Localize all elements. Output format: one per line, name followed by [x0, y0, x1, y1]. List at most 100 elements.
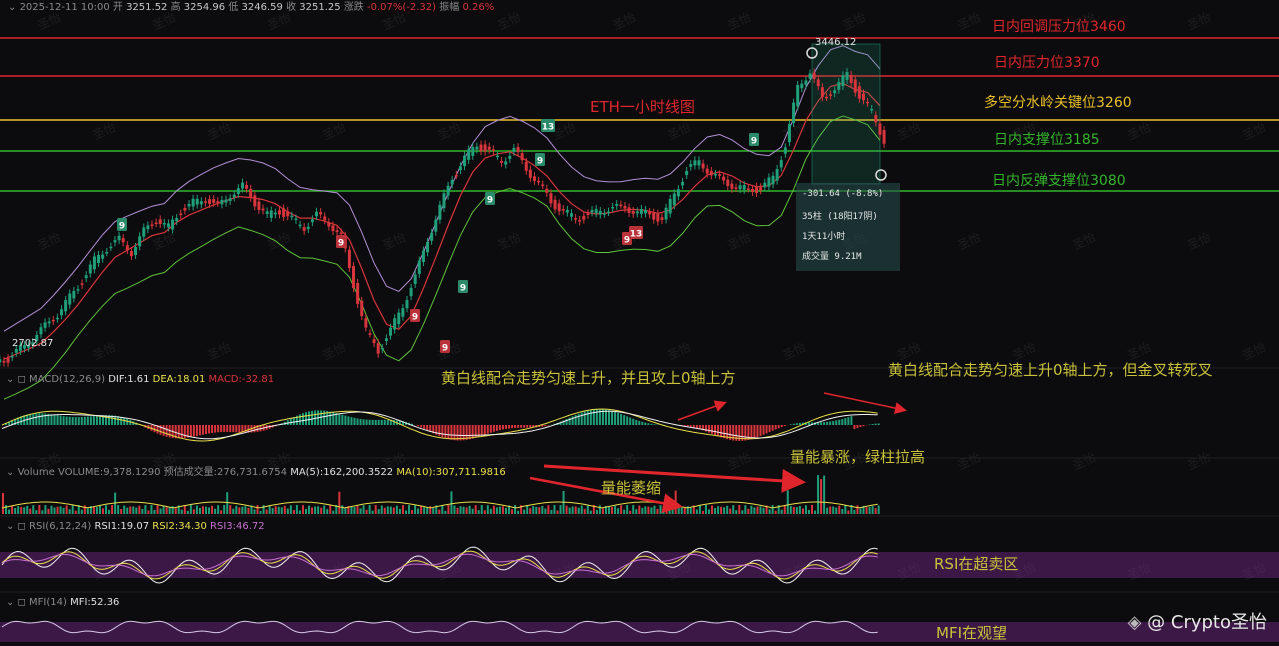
volume-bar	[747, 508, 750, 514]
candle-body	[808, 73, 812, 79]
annotation-rsi: RSI在超卖区	[934, 555, 1019, 573]
macd-histogram-bar	[620, 413, 623, 425]
watermark-text: 圣怡	[955, 450, 983, 473]
volume-bar	[92, 506, 95, 514]
candle-body	[310, 219, 314, 223]
macd-histogram-bar	[508, 425, 511, 429]
header-collapse-icon[interactable]: ⌄	[8, 2, 20, 13]
volume-bar	[111, 505, 114, 514]
macd-histogram-bar	[35, 413, 38, 425]
watermark-text: 圣怡	[725, 450, 753, 473]
candle-body	[845, 72, 849, 80]
candle-body	[644, 210, 648, 214]
volume-bar	[556, 510, 559, 514]
mfi-panel	[0, 620, 1279, 642]
volume-bar	[189, 505, 192, 514]
volume-name: Volume	[17, 467, 55, 478]
dea-value: 18.01	[176, 374, 206, 385]
volume-bar	[474, 505, 477, 514]
volume-bar	[132, 506, 135, 514]
volume-collapse-icon[interactable]: ⌄	[6, 467, 18, 478]
low-value: 3246.59	[241, 2, 283, 13]
volume-bar	[853, 509, 856, 514]
volume-bar	[314, 506, 317, 514]
candle-body	[76, 289, 80, 291]
volume-bar	[811, 505, 814, 514]
candle-body	[586, 213, 590, 215]
volume-bar	[20, 506, 23, 514]
volume-bar	[95, 507, 98, 514]
volume-bar	[835, 507, 838, 514]
candle-body	[384, 338, 388, 342]
macd-histogram-bar	[198, 425, 201, 436]
volume-bar	[341, 505, 344, 514]
max-price-label: 3446.12	[815, 37, 857, 48]
volume-bar	[650, 507, 653, 514]
volume-ma5: MA(5):162,200.3522	[290, 467, 394, 478]
volume-bar	[807, 509, 810, 514]
volume-bar	[768, 509, 771, 514]
macd-collapse-icon[interactable]: ⌄ ◻	[6, 374, 29, 385]
candle-body	[80, 283, 84, 285]
candle-body	[446, 185, 450, 196]
candle-body	[245, 184, 249, 189]
macd-histogram-bar	[92, 416, 95, 425]
volume-bar	[538, 507, 541, 514]
candle-body	[286, 211, 290, 217]
macd-histogram-bar	[189, 425, 192, 438]
macd-histogram-bar	[368, 419, 371, 425]
high-value: 3254.96	[183, 2, 226, 13]
watermark-text: 圣怡	[1240, 340, 1268, 363]
candle-body	[759, 187, 763, 191]
macd-histogram-bar	[232, 425, 235, 433]
macd-histogram-bar	[180, 425, 183, 439]
candle-body	[631, 210, 635, 214]
volume-bar	[420, 505, 423, 514]
candle-body	[619, 204, 623, 207]
macd-histogram-bar	[589, 409, 592, 425]
candle-body	[582, 215, 586, 220]
macd-histogram-bar	[423, 425, 426, 429]
watermark-text: 圣怡	[1185, 230, 1213, 253]
macd-histogram-bar	[853, 425, 856, 430]
brand-text: @ Crypto圣怡	[1147, 612, 1267, 633]
watermark-text: 圣怡	[265, 230, 293, 253]
volume-bar	[711, 505, 714, 514]
candle-body	[874, 115, 878, 123]
candle-body	[812, 72, 816, 80]
watermark-text: 圣怡	[495, 10, 523, 33]
macd-histogram-bar	[74, 417, 77, 425]
volume-bar	[186, 510, 189, 514]
rsi-panel	[0, 546, 1279, 584]
volume-bar	[695, 509, 698, 514]
amplitude-value: 0.26%	[462, 2, 495, 13]
candle-body	[417, 260, 421, 274]
rsi-collapse-icon[interactable]: ⌄ ◻	[6, 521, 29, 532]
rsi1-value: RSI1:19.07	[94, 521, 150, 532]
candle-body	[97, 254, 101, 264]
macd-histogram-bar	[856, 425, 859, 429]
candle-body	[475, 146, 479, 150]
volume-bar	[274, 506, 277, 514]
volume-bar	[386, 506, 389, 514]
candle-body	[701, 163, 705, 169]
candle-body	[689, 164, 693, 167]
candle-body	[681, 181, 685, 186]
volume-bar	[726, 505, 729, 514]
macd-histogram-bar	[417, 425, 420, 427]
macd-histogram-bar	[871, 424, 874, 425]
macd-histogram-bar	[498, 425, 501, 431]
macd-histogram-bar	[308, 411, 311, 425]
macd-histogram-bar	[608, 410, 610, 425]
macd-histogram-bar	[547, 425, 550, 426]
watermark-text: 圣怡	[380, 10, 408, 33]
candle-body	[228, 198, 232, 202]
td-marker-label: 9	[537, 157, 543, 167]
candle-body	[800, 83, 804, 89]
macd-histogram-bar	[80, 417, 83, 425]
volume-bar	[98, 505, 101, 514]
candle-body	[746, 188, 750, 190]
mfi-header: ⌄ ◻ MFI(14) MFI:52.36	[6, 597, 119, 608]
candle-body	[779, 160, 783, 168]
mfi-collapse-icon[interactable]: ⌄ ◻	[6, 597, 29, 608]
